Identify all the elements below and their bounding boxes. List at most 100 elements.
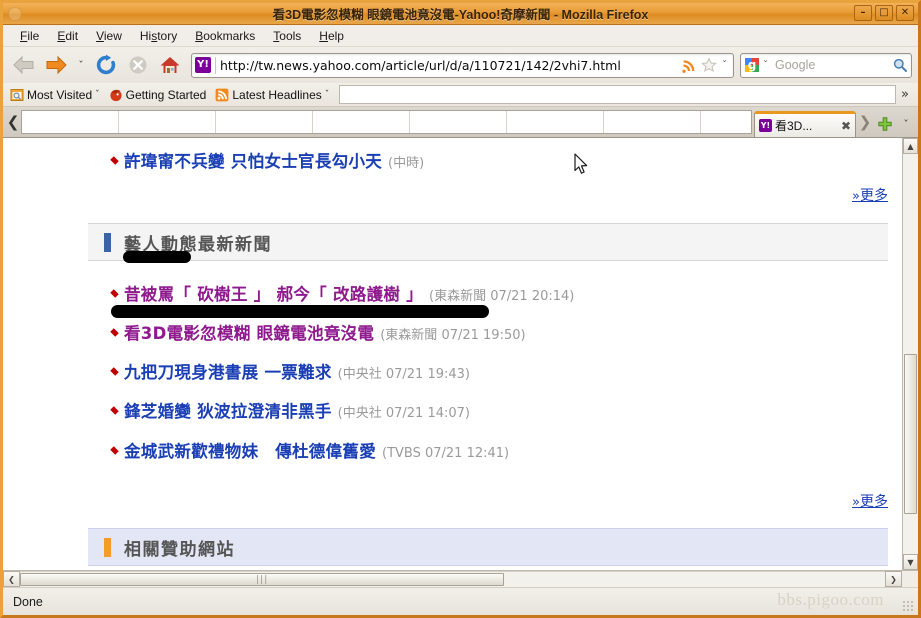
section-header-celebrity: 藝人動態最新新聞	[88, 223, 888, 261]
menu-file[interactable]: File	[11, 27, 48, 45]
menu-history[interactable]: History	[131, 27, 186, 45]
rss-feed-icon[interactable]	[681, 57, 697, 73]
list-item-5[interactable]: 金城武新歡禮物妹 傳杜德偉舊愛 (TVBS 07/21 12:41)	[110, 438, 510, 462]
menu-file-rest: ile	[27, 28, 40, 43]
tab-scroll-right-button[interactable]: ❯	[856, 107, 874, 137]
urlbar-dropdown-icon[interactable]: ˇ	[719, 60, 730, 71]
menu-bookmarks[interactable]: Bookmarks	[186, 27, 264, 45]
list-item-4[interactable]: 鋒芝婚變 狄波拉澄清非黑手 (中央社 07/21 14:07)	[110, 398, 470, 422]
bullet-icon	[110, 446, 119, 455]
bullet-icon	[110, 328, 119, 337]
list-all-tabs-button[interactable]: ˇ	[896, 111, 916, 137]
tab-close-icon[interactable]: ✖	[841, 119, 851, 133]
news-source: (東森新聞 07/21 20:14)	[429, 289, 575, 304]
maximize-button[interactable]: □	[875, 5, 893, 21]
resize-grip-icon[interactable]	[902, 600, 914, 612]
redaction-mark-2	[111, 305, 489, 318]
stop-icon	[129, 56, 147, 74]
menu-tools[interactable]: Tools	[264, 27, 310, 45]
news-link[interactable]: 九把刀現身港書展 一票難求	[124, 359, 332, 383]
tab-favicon-icon: Y!	[759, 119, 772, 132]
bookmark-most-visited[interactable]: Most Visited ˇ	[7, 87, 106, 103]
tab-overflow-area	[21, 110, 752, 134]
list-item-3[interactable]: 九把刀現身港書展 一票難求 (中央社 07/21 19:43)	[110, 359, 470, 383]
scroll-left-button[interactable]: ❮	[3, 571, 20, 587]
news-link[interactable]: 許瑋甯不兵變 只怕女士官長勾小天	[124, 148, 382, 172]
vertical-scroll-thumb[interactable]	[904, 354, 917, 514]
redaction-mark-1	[123, 251, 191, 263]
search-icon[interactable]	[892, 57, 908, 73]
news-link[interactable]: 金城武新歡禮物妹 傳杜德偉舊愛	[124, 438, 376, 462]
news-link[interactable]: 昔被罵「 砍樹王 」 郝今「 改路護樹 」	[124, 281, 423, 305]
scroll-right-button[interactable]: ❯	[885, 571, 902, 587]
new-tab-button[interactable]	[874, 111, 896, 137]
list-item-2[interactable]: 看3D電影忽模糊 眼鏡電池竟沒電 (東森新聞 07/21 19:50)	[110, 320, 526, 344]
menu-edit-rest: dit	[65, 28, 79, 43]
search-engine-chevron-icon[interactable]: ˇ	[760, 60, 771, 71]
bookmark-getting-started[interactable]: Getting Started	[106, 87, 213, 103]
back-arrow-icon	[13, 55, 34, 75]
menu-help[interactable]: Help	[310, 27, 353, 45]
vertical-scrollbar[interactable]: ▲ ▼	[902, 138, 918, 570]
list-item-top[interactable]: 許瑋甯不兵變 只怕女士官長勾小天 (中時)	[110, 148, 425, 172]
section-accent-bar	[104, 537, 111, 557]
news-source: (中央社 07/21 19:43)	[337, 367, 470, 382]
scroll-grip-icon: |||	[256, 574, 269, 585]
bullet-icon	[110, 367, 119, 376]
status-text: Done	[13, 594, 43, 609]
url-input[interactable]: http://tw.news.yahoo.com/article/url/d/a…	[220, 58, 679, 73]
scroll-down-button[interactable]: ▼	[903, 554, 918, 570]
search-input[interactable]: Google	[771, 58, 892, 72]
section-accent-bar	[104, 232, 111, 252]
address-bar[interactable]: Y! http://tw.news.yahoo.com/article/url/…	[191, 52, 734, 78]
plus-icon	[878, 117, 892, 131]
bookmarks-overflow-button[interactable]: »	[896, 87, 914, 102]
horizontal-scroll-track[interactable]: |||	[20, 571, 885, 587]
home-button[interactable]	[155, 50, 185, 80]
window-controls: – □ ✕	[854, 5, 914, 21]
more-link-sponsored[interactable]: »更多	[852, 491, 888, 511]
urlbar-divider	[215, 56, 216, 74]
bookmark-latest-headlines[interactable]: Latest Headlines ˇ	[212, 87, 335, 103]
chevron-down-icon: ˇ	[78, 58, 84, 72]
tab-active[interactable]: Y! 看3D... ✖	[754, 111, 856, 137]
navigation-toolbar: ˇ Y! http://tw.news.yahoo.com/article/ur…	[3, 47, 918, 83]
news-source: (TVBS 07/21 12:41)	[382, 446, 510, 461]
forward-button[interactable]	[41, 50, 71, 80]
scroll-up-button[interactable]: ▲	[903, 138, 918, 154]
reload-icon	[96, 54, 116, 75]
more-link-celebrity[interactable]: »更多	[852, 185, 888, 205]
window-title: 看3D電影忽模糊 眼鏡電池竟沒電-Yahoo!奇摩新聞 - Mozilla Fi…	[272, 8, 649, 22]
tab-scroll-left-button[interactable]: ❮	[5, 107, 21, 137]
menu-edit[interactable]: Edit	[48, 27, 87, 45]
chevron-down-icon: ˇ	[95, 89, 100, 100]
reload-button[interactable]	[91, 50, 121, 80]
page-content: 許瑋甯不兵變 只怕女士官長勾小天 (中時) »更多 藝人動態最新新聞 昔被罵「 …	[15, 138, 902, 570]
list-item-1[interactable]: 昔被罵「 砍樹王 」 郝今「 改路護樹 」 (東森新聞 07/21 20:14)	[110, 281, 575, 305]
news-link[interactable]: 看3D電影忽模糊 眼鏡電池竟沒電	[124, 320, 374, 344]
window-menu-icon[interactable]	[8, 6, 22, 21]
section-title: 相關贊助網站	[124, 539, 235, 560]
tab-label: 看3D...	[775, 119, 813, 133]
close-button[interactable]: ✕	[896, 5, 914, 21]
browser-content: 許瑋甯不兵變 只怕女士官長勾小天 (中時) »更多 藝人動態最新新聞 昔被罵「 …	[3, 137, 918, 570]
horizontal-scrollbar[interactable]: ❮ ||| ❯	[3, 570, 918, 587]
more-label: 更多	[860, 494, 888, 510]
vertical-scroll-track[interactable]	[903, 154, 918, 554]
yahoo-favicon-icon: Y!	[195, 57, 211, 73]
horizontal-scroll-thumb[interactable]: |||	[20, 573, 505, 586]
minimize-button[interactable]: –	[854, 5, 872, 21]
rss-icon	[215, 88, 229, 101]
bookmark-star-icon[interactable]	[701, 57, 717, 73]
news-source: (中時)	[388, 156, 425, 171]
search-box[interactable]: g ˇ Google	[740, 52, 912, 78]
bookmarks-empty-area	[339, 85, 897, 104]
firefox-icon	[110, 89, 122, 101]
chevron-down-icon: ˇ	[324, 89, 330, 100]
nav-history-dropdown[interactable]: ˇ	[73, 50, 89, 80]
bookmark-most-visited-label: Most Visited	[27, 87, 93, 102]
back-button[interactable]	[9, 50, 39, 80]
menu-view[interactable]: View	[87, 27, 131, 45]
news-link[interactable]: 鋒芝婚變 狄波拉澄清非黑手	[124, 398, 332, 422]
svg-text:g: g	[748, 58, 757, 72]
